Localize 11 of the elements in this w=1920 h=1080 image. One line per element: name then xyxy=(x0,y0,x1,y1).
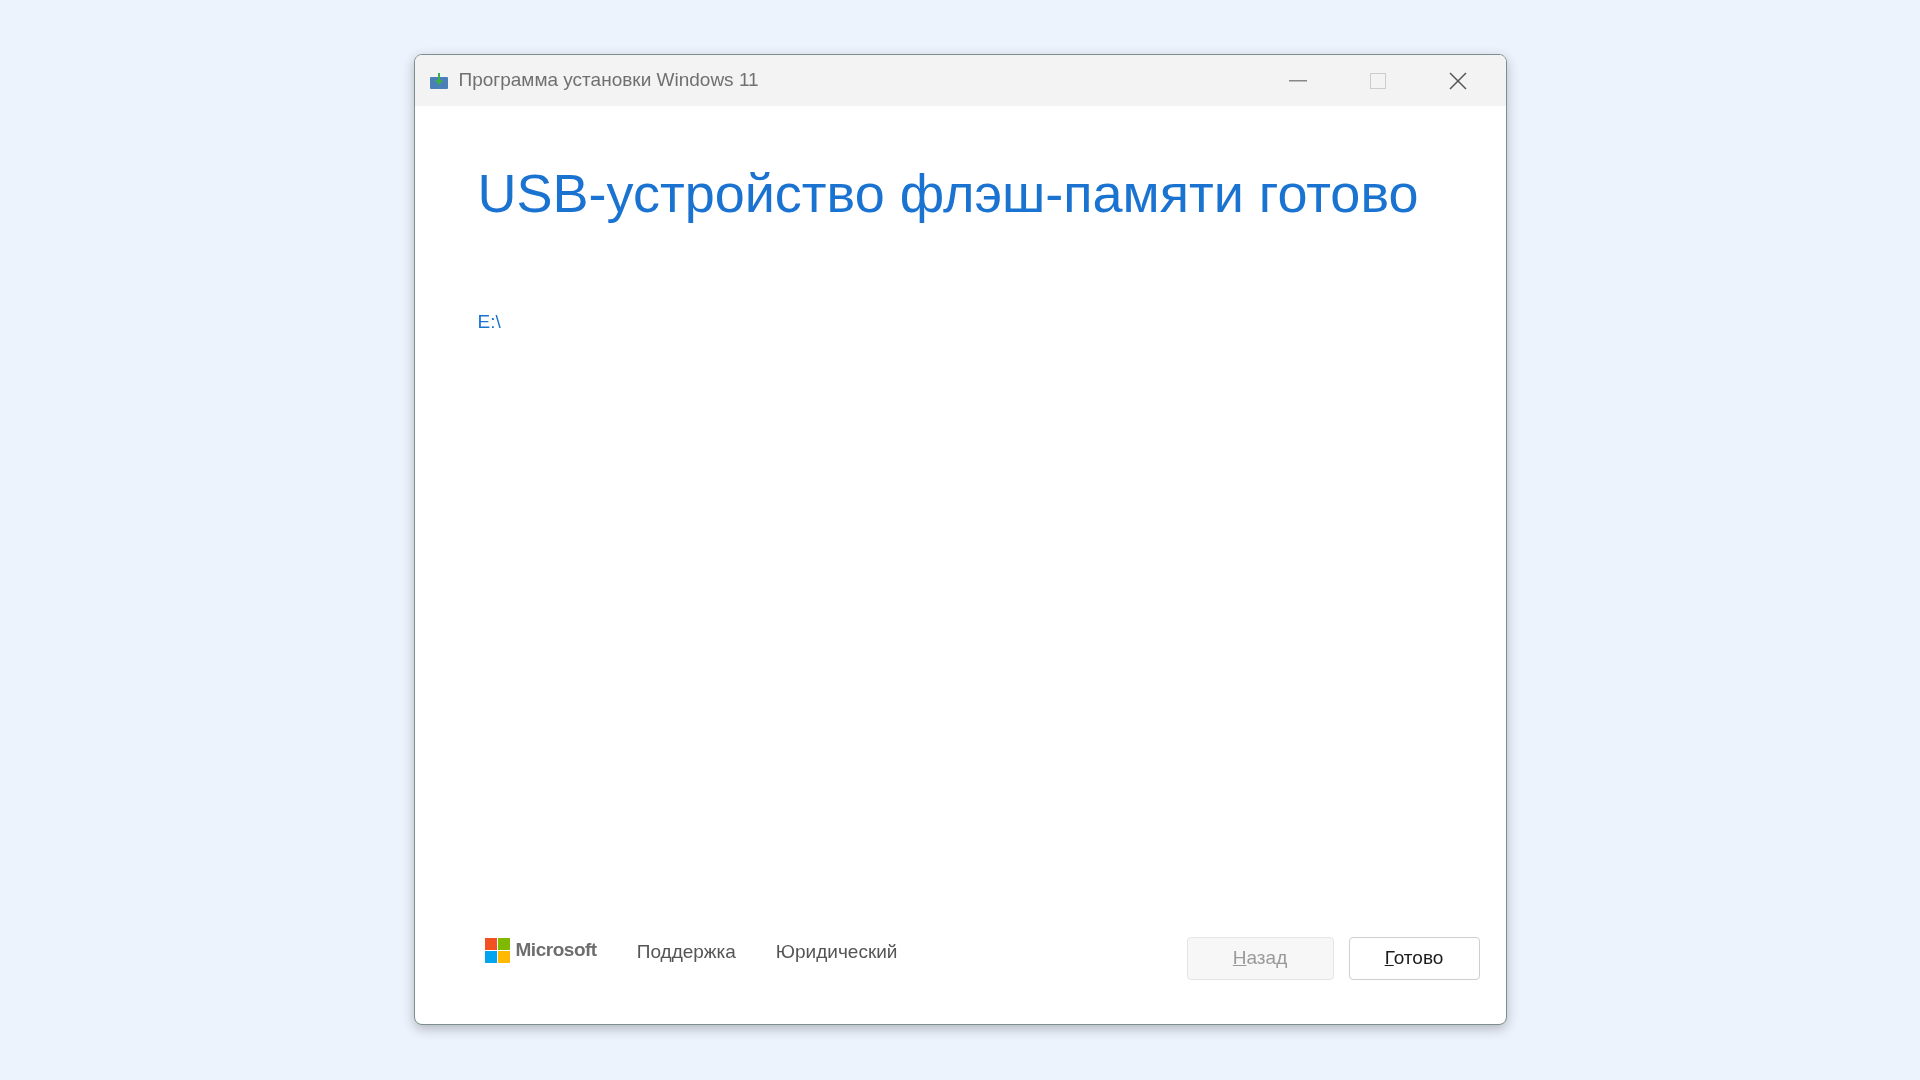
close-icon xyxy=(1448,71,1467,90)
installer-icon xyxy=(428,71,449,90)
footer-link[interactable]: Поддержка xyxy=(636,938,736,967)
maximize-icon xyxy=(1369,72,1386,89)
finish-button[interactable]: Готово xyxy=(1348,937,1480,980)
window-title: Программа установки Windows 11 xyxy=(458,68,759,93)
brand-name: Microsoft xyxy=(515,938,597,962)
microsoft-logo-icon xyxy=(484,937,510,963)
footer-link[interactable]: Юридический xyxy=(775,938,898,967)
drive-letter: E:\ xyxy=(477,310,501,334)
minimize-icon xyxy=(1288,79,1307,82)
